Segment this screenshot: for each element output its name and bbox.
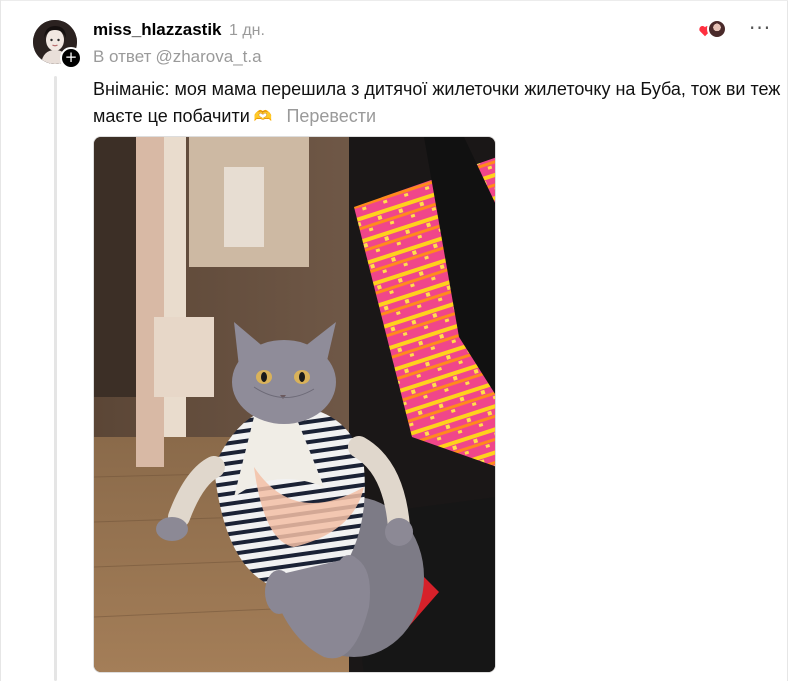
avatar-wrapper[interactable]: + (33, 20, 82, 69)
username[interactable]: miss_hlazzastik (93, 20, 222, 40)
reply-to-handle[interactable]: @zharova_t.a (155, 47, 261, 66)
top-divider (1, 0, 788, 1)
post-text: Вніманіє: моя мама перешила з дитячої жи… (93, 76, 783, 130)
cat-in-vest-image (94, 137, 495, 672)
translate-link[interactable]: Перевести (286, 106, 376, 126)
reply-prefix: В ответ (93, 47, 152, 66)
post-container: + miss_hlazzastik 1 дн. В ответ @zharova_… (0, 0, 788, 681)
more-icon[interactable]: ··· (749, 16, 771, 40)
reaction-indicators[interactable] (698, 19, 728, 41)
thread-line (54, 76, 57, 681)
reply-to-line: В ответ @zharova_t.a (93, 47, 262, 67)
heart-hands-emoji: 🫶 (253, 107, 273, 125)
post-photo[interactable] (93, 136, 496, 673)
post-body: Вніманіє: моя мама перешила з дитячої жи… (93, 79, 781, 126)
reactor-avatar (707, 19, 727, 39)
follow-button[interactable]: + (60, 47, 82, 69)
plus-icon: + (64, 48, 78, 66)
post-time[interactable]: 1 дн. (229, 22, 265, 40)
